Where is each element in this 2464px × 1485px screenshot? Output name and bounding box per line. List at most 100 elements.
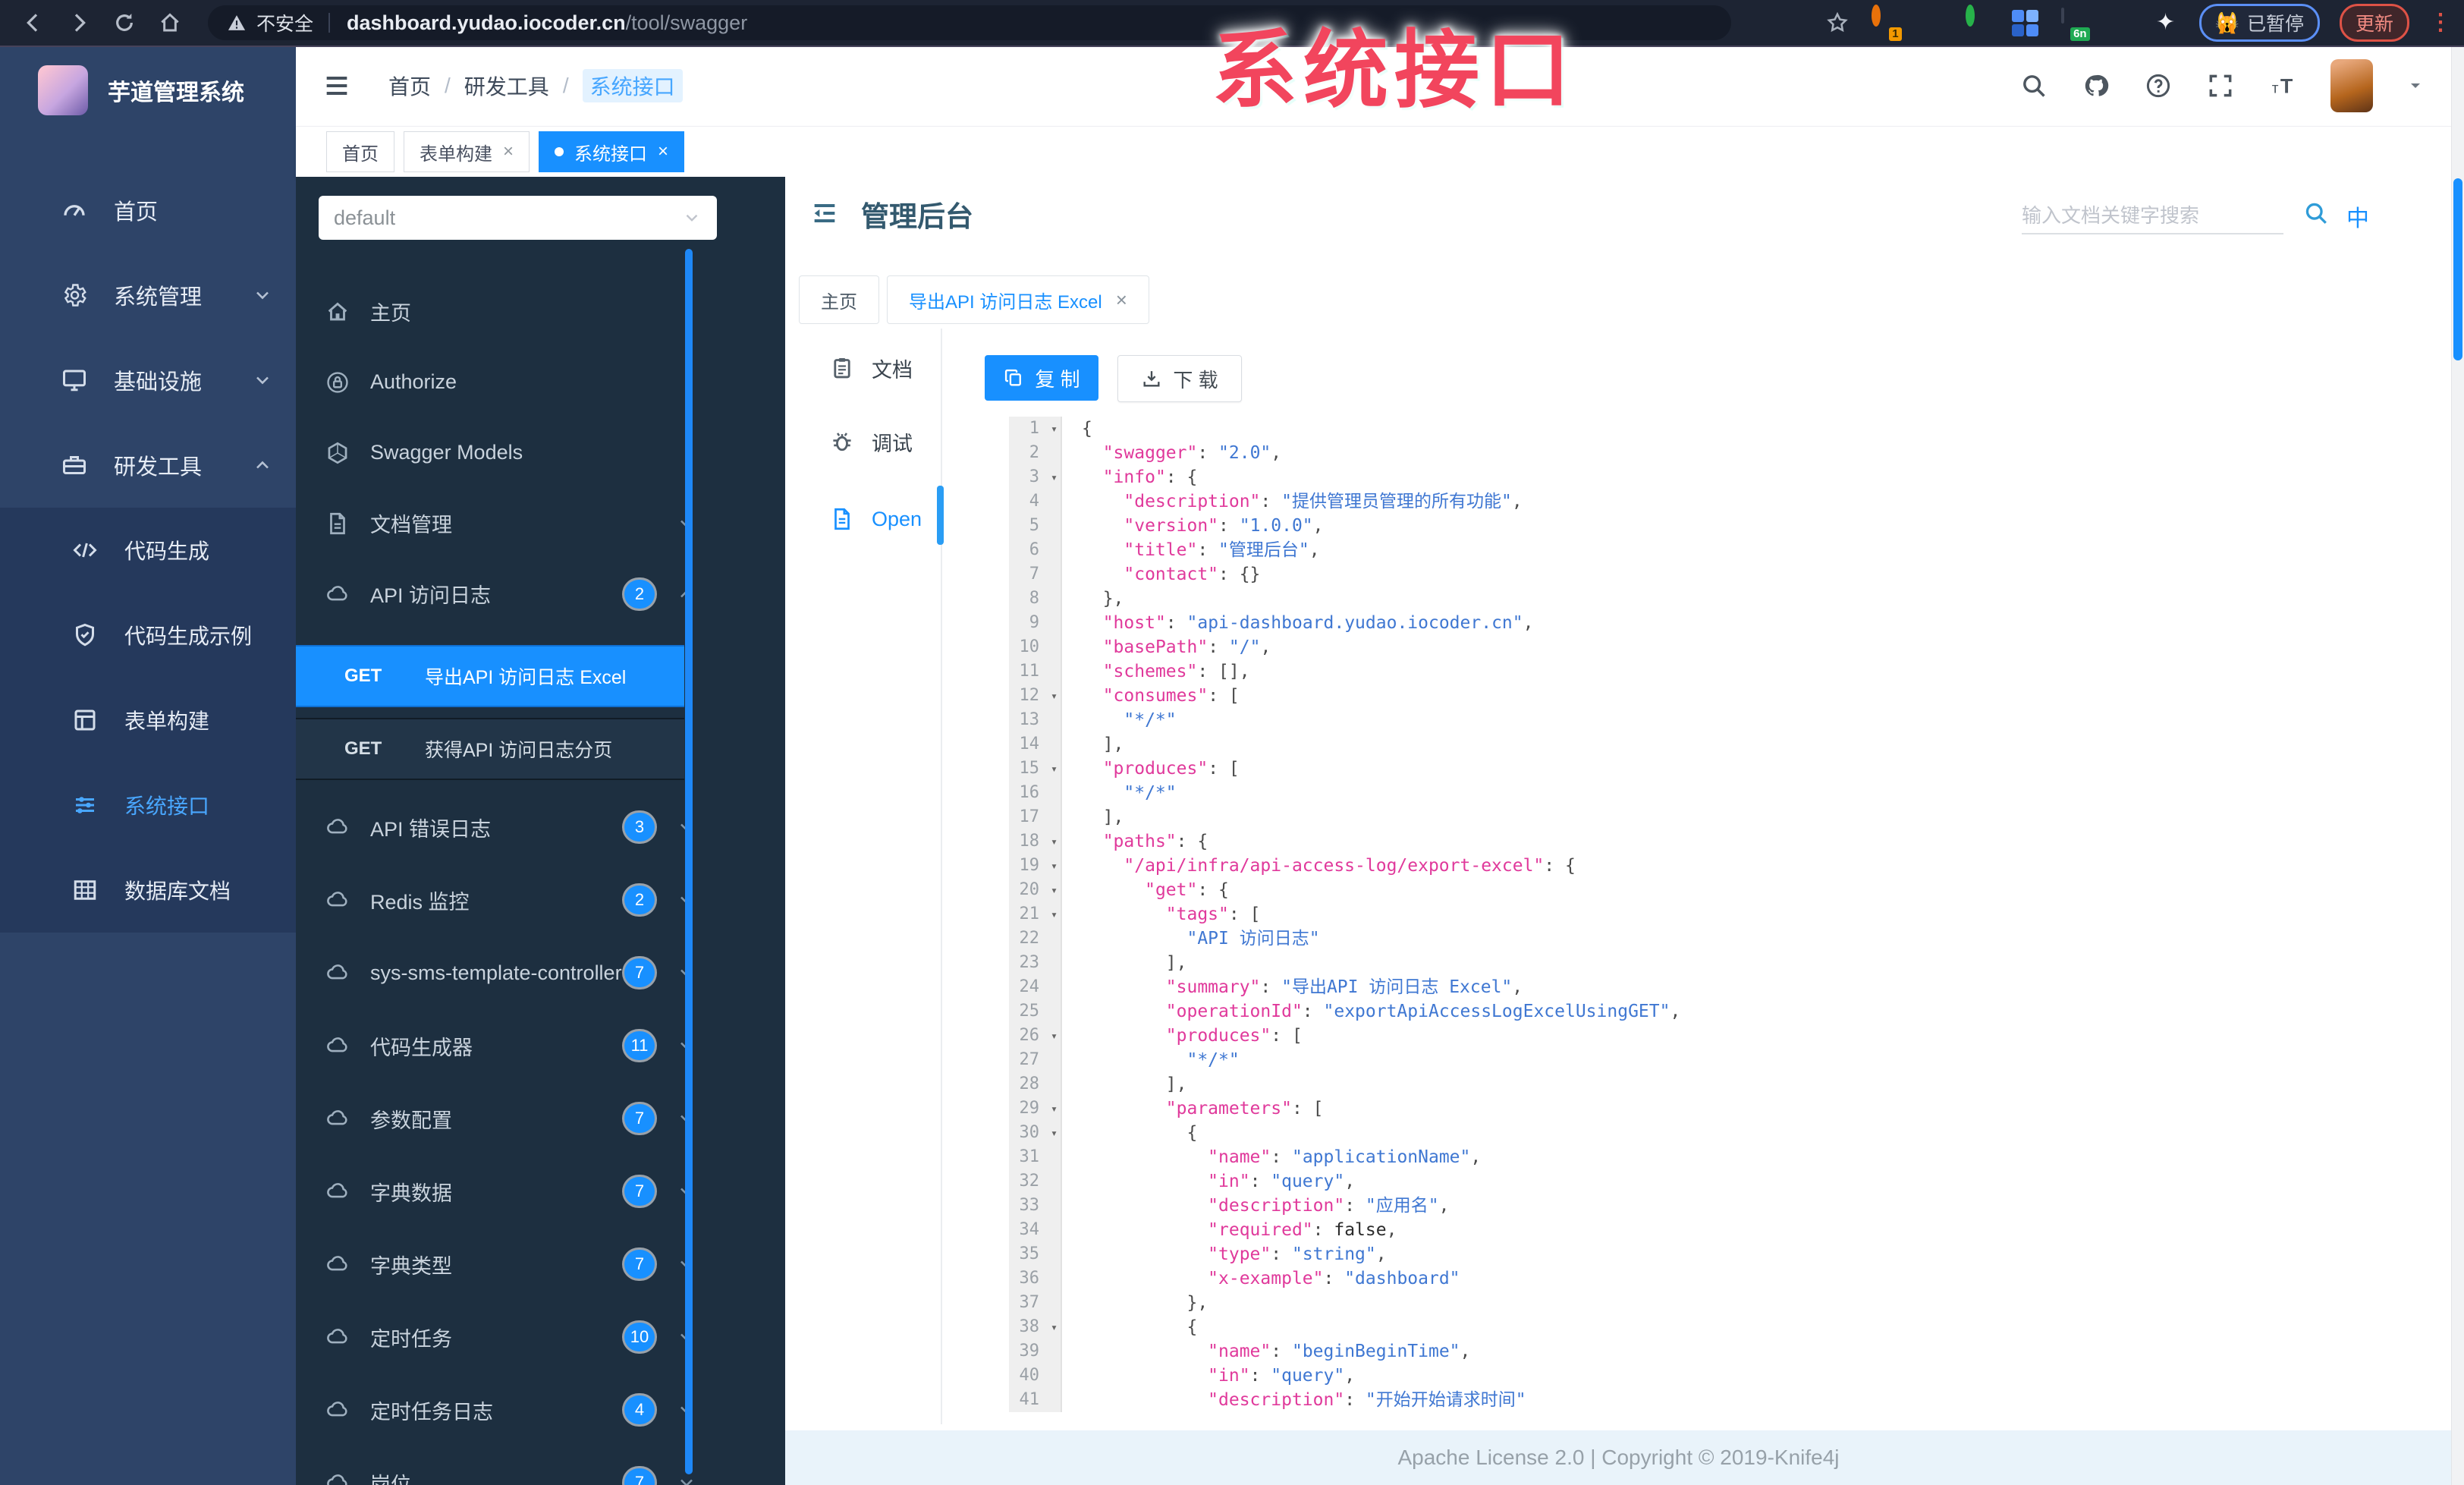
tag-系统接口[interactable]: 系统接口 ×: [539, 131, 685, 172]
fold-toggle-icon[interactable]: ▾: [1051, 829, 1058, 854]
extension-icon-bottle[interactable]: 6n: [2058, 8, 2090, 41]
search-icon[interactable]: [2019, 71, 2048, 100]
fold-toggle-icon[interactable]: ▾: [1051, 465, 1058, 489]
close-icon[interactable]: ×: [658, 141, 668, 162]
browser-forward-icon[interactable]: [67, 11, 91, 35]
fold-toggle-icon[interactable]: ▾: [1051, 1315, 1058, 1339]
fold-toggle-icon[interactable]: ▾: [1051, 902, 1058, 927]
api-group-sys-sms-template-controller[interactable]: sys-sms-template-controller 7: [296, 936, 785, 1009]
sidebar-item-数据库文档[interactable]: 数据库文档: [0, 848, 296, 933]
code-line: 29 ▾ "parameters": [: [1009, 1096, 2432, 1121]
extension-icon-orange[interactable]: 1: [1870, 5, 1902, 41]
browser-home-icon[interactable]: [158, 11, 182, 35]
sidebar-item-表单构建[interactable]: 表单构建: [0, 678, 296, 763]
operation-获得API 访问日志分页[interactable]: GET 获得API 访问日志分页: [296, 718, 684, 780]
doc-search-icon[interactable]: [2302, 200, 2330, 227]
browser-reload-icon[interactable]: [112, 11, 137, 35]
extension-icon-sprout[interactable]: [2105, 9, 2132, 36]
close-icon[interactable]: ×: [1116, 288, 1127, 312]
fullscreen-icon[interactable]: [2206, 71, 2235, 100]
code-line: 18 ▾ "paths": {: [1009, 829, 2432, 854]
help-icon[interactable]: [2144, 71, 2173, 100]
breadcrumb-item[interactable]: 研发工具: [464, 71, 549, 101]
tag-首页[interactable]: 首页: [326, 131, 394, 172]
breadcrumb-item[interactable]: 系统接口: [582, 69, 683, 102]
extension-icon-drop[interactable]: [1917, 9, 1944, 36]
doc-title: 管理后台: [861, 201, 973, 232]
browser-back-icon[interactable]: [21, 11, 46, 35]
api-group-API 访问日志[interactable]: API 访问日志 2: [296, 558, 785, 629]
language-toggle[interactable]: 中: [2346, 200, 2369, 233]
sidebar-item-系统管理[interactable]: 系统管理: [0, 253, 296, 338]
doc-search-input[interactable]: 输入文档关键字搜索: [2022, 195, 2283, 234]
api-group-Redis 监控[interactable]: Redis 监控 2: [296, 864, 785, 936]
close-icon[interactable]: ×: [503, 141, 514, 162]
api-group-字典数据[interactable]: 字典数据 7: [296, 1155, 785, 1228]
rail-item-文档[interactable]: 文档: [829, 348, 913, 389]
api-group-select[interactable]: default: [319, 196, 717, 240]
fold-toggle-icon[interactable]: ▾: [1051, 757, 1058, 781]
api-group-字典类型[interactable]: 字典类型 7: [296, 1228, 785, 1301]
api-group-定时任务日志[interactable]: 定时任务日志 4: [296, 1373, 785, 1446]
breadcrumb-item[interactable]: 首页: [388, 71, 431, 101]
sidebar-item-代码生成示例[interactable]: 代码生成示例: [0, 593, 296, 678]
api-group-岗位[interactable]: 岗位 7: [296, 1446, 785, 1485]
logo-avatar: [38, 65, 88, 115]
api-group-文档管理[interactable]: 文档管理: [296, 488, 785, 558]
doc-collapse-icon[interactable]: [809, 198, 840, 228]
update-pill[interactable]: 更新: [2339, 4, 2409, 42]
api-group-Swagger Models[interactable]: Swagger Models: [296, 417, 785, 488]
code-line: 41 "description": "开始开始请求时间": [1009, 1388, 2432, 1412]
sidebar-scrollbar[interactable]: [685, 249, 693, 1474]
sidebar-item-代码生成[interactable]: 代码生成: [0, 508, 296, 593]
avatar-caret-icon[interactable]: [2406, 77, 2425, 95]
api-group-API 错误日志[interactable]: API 错误日志 3: [296, 791, 785, 864]
cloud-icon: [325, 887, 350, 913]
paused-pill[interactable]: 🙀 已暂停: [2198, 4, 2320, 42]
sidebar-item-首页[interactable]: 首页: [0, 168, 296, 253]
code-line: 9 "host": "api-dashboard.yudao.iocoder.c…: [1009, 611, 2432, 635]
font-size-icon[interactable]: тT: [2268, 71, 2297, 100]
rail-item-Open[interactable]: Open: [829, 499, 922, 540]
tag-表单构建[interactable]: 表单构建 ×: [404, 131, 530, 172]
doc-tab-主页[interactable]: 主页: [799, 275, 879, 324]
sidebar-item-研发工具[interactable]: 研发工具: [0, 423, 296, 508]
page-scrollbar-thumb[interactable]: [2453, 178, 2462, 360]
extension-icon-grid[interactable]: [2011, 9, 2038, 36]
api-group-Authorize[interactable]: Authorize: [296, 347, 785, 417]
code-text: "description": "开始开始请求时间": [1208, 1390, 1526, 1410]
sidebar-item-基础设施[interactable]: 基础设施: [0, 338, 296, 423]
download-button[interactable]: 下 载: [1117, 355, 1242, 402]
api-group-主页[interactable]: 主页: [296, 276, 785, 347]
fold-toggle-icon[interactable]: ▾: [1051, 854, 1058, 878]
line-number: 22: [1009, 927, 1062, 951]
rail-scrollbar[interactable]: [937, 486, 944, 545]
fold-toggle-icon[interactable]: ▾: [1051, 684, 1058, 708]
bookmark-star-icon[interactable]: [1824, 10, 1850, 36]
github-icon[interactable]: [2082, 71, 2110, 100]
extension-icon-star[interactable]: ✦: [2152, 9, 2180, 36]
line-number: 15 ▾: [1009, 757, 1062, 781]
api-group-代码生成器[interactable]: 代码生成器 11: [296, 1009, 785, 1082]
sidebar-collapse-icon[interactable]: [322, 71, 352, 101]
doc-tab-导出API 访问日志 Excel[interactable]: 导出API 访问日志 Excel ×: [887, 275, 1149, 324]
browser-menu-icon[interactable]: ⋮: [2429, 11, 2452, 34]
code-text: "in": "query",: [1208, 1366, 1356, 1386]
fold-toggle-icon[interactable]: ▾: [1051, 1121, 1058, 1145]
api-group-定时任务[interactable]: 定时任务 10: [296, 1301, 785, 1373]
fold-toggle-icon[interactable]: ▾: [1051, 417, 1058, 441]
rail-item-调试[interactable]: 调试: [829, 421, 913, 462]
sidebar-item-系统接口[interactable]: 系统接口: [0, 763, 296, 848]
app-logo[interactable]: 芋道管理系统: [0, 46, 296, 115]
operation-导出API 访问日志 Excel[interactable]: GET 导出API 访问日志 Excel: [296, 645, 684, 707]
fold-toggle-icon[interactable]: ▾: [1051, 878, 1058, 902]
fold-toggle-icon[interactable]: ▾: [1051, 1096, 1058, 1121]
api-group-参数配置[interactable]: 参数配置 7: [296, 1082, 785, 1155]
fold-toggle-icon[interactable]: ▾: [1051, 1024, 1058, 1048]
code-editor[interactable]: 1 ▾{2 "swagger": "2.0", 3 ▾ "info": {4 "des…: [1009, 417, 2432, 1420]
user-avatar[interactable]: [2330, 59, 2373, 112]
copy-button[interactable]: 复 制: [985, 355, 1098, 401]
extension-icon-green-ring[interactable]: [1964, 5, 1991, 36]
line-number: 12 ▾: [1009, 684, 1062, 708]
code-line: 28 ],: [1009, 1072, 2432, 1096]
